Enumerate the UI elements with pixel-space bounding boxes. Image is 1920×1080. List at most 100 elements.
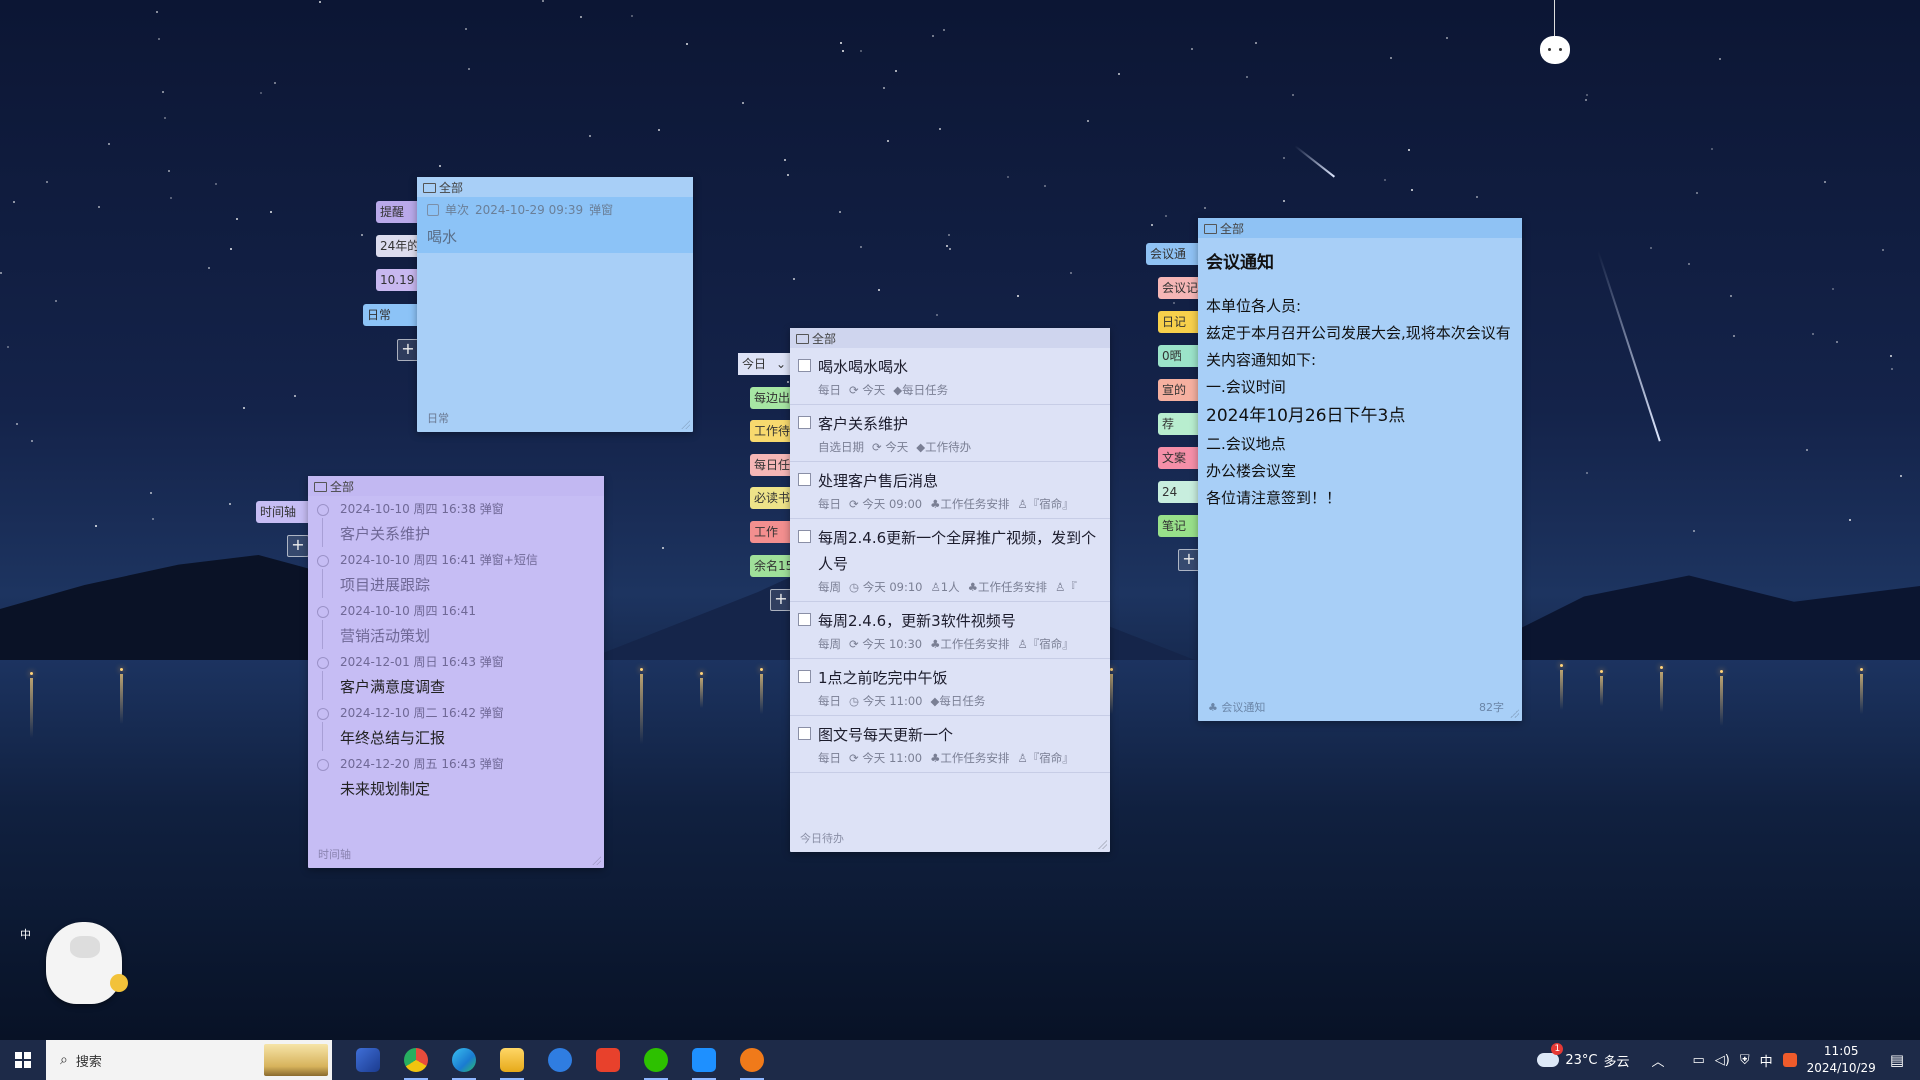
checkbox[interactable] xyxy=(798,530,811,543)
timeline-item[interactable]: 2024-12-20 周五 16:43 弹窗 未来规划制定 xyxy=(308,751,604,802)
timeline-item[interactable]: 2024-10-10 周四 16:38 弹窗 客户关系维护 xyxy=(308,496,604,547)
note-header[interactable]: 全部 xyxy=(417,177,693,197)
circle-icon[interactable] xyxy=(317,759,329,771)
note-body[interactable]: 本单位各人员: 兹定于本月召开公司发展大会,现将本次会议有关内容通知如下: 一.… xyxy=(1198,273,1522,512)
star xyxy=(1650,247,1652,249)
note-todo[interactable]: 全部 喝水喝水喝水 每日 ⟳ 今天 ◆每日任务 客户关系维护 自选日期 ⟳ 今天 ◆工作… xyxy=(790,328,1110,852)
timeline-title: 营销活动策划 xyxy=(340,627,431,645)
note-title: 会议通知 xyxy=(1206,253,1274,273)
todo-item[interactable]: 图文号每天更新一个 每日 ⟳ 今天 11:00 ♣工作任务安排 ♙『宿命』 xyxy=(790,716,1110,773)
edge-icon[interactable] xyxy=(440,1040,488,1080)
checkbox[interactable] xyxy=(798,359,811,372)
desktop-pet-mascot[interactable] xyxy=(46,922,128,1004)
reminder-item[interactable]: 单次 2024-10-29 09:39 弹窗 喝水 xyxy=(417,197,693,253)
file-explorer-icon[interactable] xyxy=(488,1040,536,1080)
side-tab[interactable]: 提醒 xyxy=(376,201,421,223)
done-circle-icon[interactable] xyxy=(317,606,329,618)
note-header[interactable]: 全部 xyxy=(790,328,1110,348)
add-tab-button[interactable]: + xyxy=(287,535,309,557)
star xyxy=(662,547,664,549)
security-icon[interactable]: ⛨ xyxy=(1740,1053,1750,1068)
side-tab[interactable]: 日常 xyxy=(363,304,421,326)
star xyxy=(1719,58,1721,60)
star xyxy=(98,206,100,208)
notification-center-icon[interactable]: ▤ xyxy=(1890,1051,1904,1069)
clock[interactable]: 11:05 2024/10/29 xyxy=(1807,1043,1876,1077)
note-header[interactable]: 全部 xyxy=(1198,218,1522,238)
checkbox[interactable] xyxy=(798,670,811,683)
star xyxy=(260,92,262,94)
done-circle-icon[interactable] xyxy=(317,555,329,567)
done-circle-icon[interactable] xyxy=(317,504,329,516)
checkbox[interactable] xyxy=(798,613,811,626)
weather-widget[interactable]: 1 23°C 多云 xyxy=(1537,1042,1629,1070)
side-tab[interactable]: 时间轴 xyxy=(256,501,316,523)
side-tab[interactable]: 10.19 xyxy=(376,269,421,291)
star xyxy=(1087,120,1089,122)
todo-item[interactable]: 每周2.4.6，更新3软件视频号 每周 ⟳ 今天 10:30 ♣工作任务安排 ♙『宿命… xyxy=(790,602,1110,659)
network-icon[interactable]: ▭ xyxy=(1692,1053,1704,1068)
filter-label: 今日 xyxy=(742,357,767,371)
start-button[interactable] xyxy=(0,1040,46,1080)
star xyxy=(1586,94,1588,96)
timeline-item[interactable]: 2024-12-01 周日 16:43 弹窗 客户满意度调查 xyxy=(308,649,604,700)
todo-item[interactable]: 喝水喝水喝水 每日 ⟳ 今天 ◆每日任务 xyxy=(790,348,1110,405)
checkbox[interactable] xyxy=(798,727,811,740)
todo-item[interactable]: 1点之前吃完中午饭 每日 ◷ 今天 11:00 ◆每日任务 xyxy=(790,659,1110,716)
circle-icon[interactable] xyxy=(317,708,329,720)
checkbox[interactable] xyxy=(798,473,811,486)
app-8-icon[interactable] xyxy=(680,1040,728,1080)
wechat-icon[interactable] xyxy=(632,1040,680,1080)
ime-indicator[interactable]: 中 xyxy=(20,926,31,942)
timeline-title: 项目进展跟踪 xyxy=(340,576,431,594)
todo-item[interactable]: 每周2.4.6更新一个全屏推广视频，发到个人号 每周 ◷ 今天 09:10 ♙1人 ♣… xyxy=(790,519,1110,602)
note-footer-tag[interactable]: ♣ 会议通知 xyxy=(1208,699,1265,715)
note-meeting[interactable]: 全部 会议通知 本单位各人员: 兹定于本月召开公司发展大会,现将本次会议有关内容… xyxy=(1198,218,1522,721)
resize-grip-icon[interactable] xyxy=(1097,839,1107,849)
note-header[interactable]: 全部 xyxy=(308,476,604,496)
chrome-icon[interactable] xyxy=(392,1040,440,1080)
add-tab-button[interactable]: + xyxy=(397,339,419,361)
sogou-input-icon[interactable] xyxy=(1782,1053,1797,1067)
todo-due: ⟳ 今天 10:30 xyxy=(849,637,923,651)
volume-icon[interactable]: ◁) xyxy=(1715,1053,1730,1068)
checkbox[interactable] xyxy=(798,416,811,429)
filter-dropdown[interactable]: 今日 ⌄ xyxy=(738,353,790,375)
taskbar-search-box[interactable]: ⌕ 搜索 xyxy=(46,1040,332,1080)
app-9-icon[interactable] xyxy=(728,1040,776,1080)
timeline-item[interactable]: 2024-12-10 周二 16:42 弹窗 年终总结与汇报 xyxy=(308,700,604,751)
timeline-item[interactable]: 2024-10-10 周四 16:41 营销活动策划 xyxy=(308,598,604,649)
timeline-line xyxy=(322,569,323,598)
star xyxy=(229,503,231,505)
resize-grip-icon[interactable] xyxy=(1509,708,1519,718)
star xyxy=(439,165,441,167)
star xyxy=(95,525,97,527)
side-tab[interactable]: 会议通 xyxy=(1146,243,1206,265)
star xyxy=(658,129,660,131)
note-daily[interactable]: 全部 单次 2024-10-29 09:39 弹窗 喝水 日常 xyxy=(417,177,693,432)
resize-grip-icon[interactable] xyxy=(680,419,690,429)
app-1-icon[interactable] xyxy=(344,1040,392,1080)
app-5-icon[interactable] xyxy=(536,1040,584,1080)
mascot-badge-icon xyxy=(110,974,128,992)
add-tab-button[interactable]: + xyxy=(770,589,792,611)
chevron-up-icon[interactable]: ︿ xyxy=(1651,1051,1664,1070)
star xyxy=(7,346,9,348)
timeline-date: 2024-12-01 周日 16:43 弹窗 xyxy=(340,655,504,669)
todo-item[interactable]: 客户关系维护 自选日期 ⟳ 今天 ◆工作待办 xyxy=(790,405,1110,462)
resize-grip-icon[interactable] xyxy=(591,855,601,865)
timeline-item[interactable]: 2024-10-10 周四 16:41 弹窗+短信 项目进展跟踪 xyxy=(308,547,604,598)
note-timeline[interactable]: 全部 2024-10-10 周四 16:38 弹窗 客户关系维护 2024-10… xyxy=(308,476,604,868)
circle-icon[interactable] xyxy=(317,657,329,669)
todo-item[interactable]: 处理客户售后消息 每日 ⟳ 今天 09:00 ♣工作任务安排 ♙『宿命』 xyxy=(790,462,1110,519)
hanging-cat-widget[interactable] xyxy=(1538,0,1572,70)
wps-icon[interactable] xyxy=(584,1040,632,1080)
todo-meta: 每周 ⟳ 今天 10:30 ♣工作任务安排 ♙『宿命』 xyxy=(818,636,1102,652)
checkbox-icon[interactable] xyxy=(427,203,439,216)
star xyxy=(1292,94,1294,96)
ime-language[interactable]: 中 xyxy=(1760,1051,1773,1070)
star xyxy=(1688,263,1690,265)
add-tab-button[interactable]: + xyxy=(1178,549,1200,571)
side-tab[interactable]: 24年的 xyxy=(376,235,421,257)
timeline-date: 2024-10-10 周四 16:38 弹窗 xyxy=(340,502,504,516)
